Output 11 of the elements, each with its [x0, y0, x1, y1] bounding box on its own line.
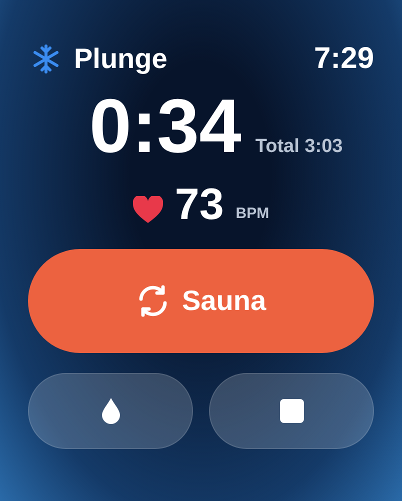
heart-icon	[132, 196, 163, 223]
total-time: Total 3:03	[255, 134, 343, 158]
snowflake-icon	[32, 44, 60, 74]
heart-rate-unit: BPM	[236, 204, 270, 224]
clock-time: 7:29	[314, 41, 374, 77]
elapsed-timer: 0:34	[89, 89, 242, 165]
stop-icon	[280, 399, 304, 423]
app-title: Plunge	[74, 42, 168, 76]
water-drop-icon	[102, 398, 120, 424]
sauna-button[interactable]: Sauna	[28, 249, 374, 353]
heart-rate-value: 73	[174, 183, 224, 227]
